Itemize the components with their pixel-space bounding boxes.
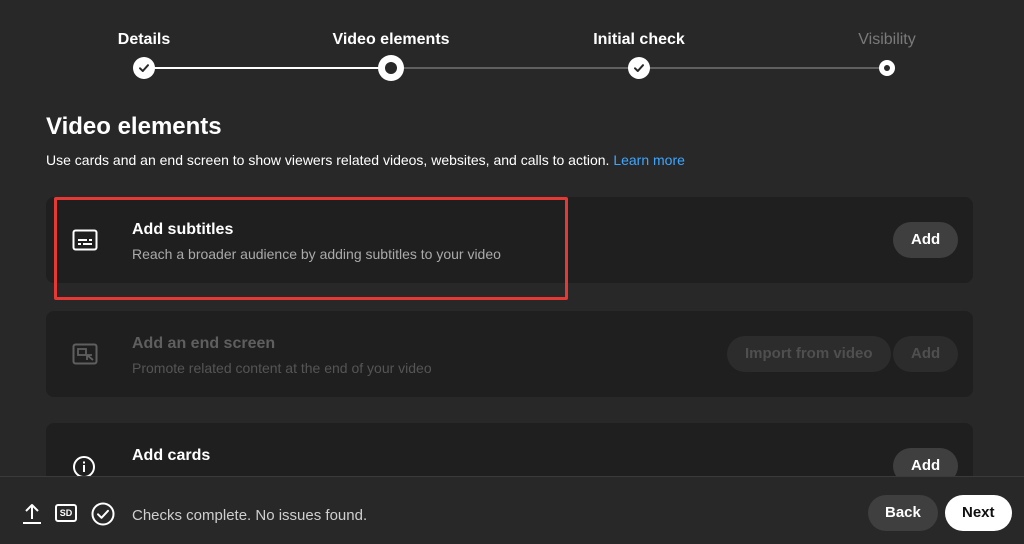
import-from-video-button[interactable]: Import from video <box>727 336 891 372</box>
info-icon <box>72 455 96 476</box>
add-end-screen-title: Add an end screen <box>132 335 276 352</box>
add-end-screen-card: Add an end screen Promote related conten… <box>46 311 973 397</box>
sd-badge-icon[interactable]: SD <box>55 504 77 522</box>
next-button[interactable]: Next <box>945 495 1012 531</box>
upload-icon[interactable] <box>22 502 42 531</box>
step-initial-check-check-icon[interactable] <box>628 57 650 79</box>
page-description-text: Use cards and an end screen to show view… <box>46 152 610 168</box>
footer-bar: SD Checks complete. No issues found. Bac… <box>0 476 1024 544</box>
learn-more-link[interactable]: Learn more <box>613 152 685 168</box>
end-screen-icon <box>72 343 98 370</box>
page-description: Use cards and an end screen to show view… <box>46 152 685 168</box>
stepper-line-2 <box>391 67 639 69</box>
step-video-elements-current-icon[interactable] <box>378 55 404 81</box>
stepper-line-3 <box>639 67 887 69</box>
add-subtitles-button[interactable]: Add <box>893 222 959 258</box>
checks-status-text: Checks complete. No issues found. <box>132 507 368 524</box>
add-end-screen-subtitle: Promote related content at the end of yo… <box>132 360 432 376</box>
back-button[interactable]: Back <box>868 495 938 531</box>
add-cards-button[interactable]: Add <box>893 448 959 476</box>
step-visibility-label[interactable]: Visibility <box>858 31 916 49</box>
add-cards-card: Add cards Add <box>46 423 973 476</box>
checks-complete-icon[interactable] <box>91 502 115 531</box>
upload-stepper: Details Video elements Initial check Vis… <box>0 0 1024 90</box>
add-cards-title: Add cards <box>132 447 211 464</box>
step-details-check-icon[interactable] <box>133 57 155 79</box>
step-details-label[interactable]: Details <box>118 31 170 49</box>
step-visibility-pending-icon[interactable] <box>879 60 895 76</box>
annotation-highlight-box <box>54 197 568 300</box>
step-initial-check-label[interactable]: Initial check <box>593 31 685 49</box>
step-video-elements-label[interactable]: Video elements <box>332 31 449 49</box>
add-end-screen-button[interactable]: Add <box>893 336 959 372</box>
stepper-line-1 <box>144 67 391 69</box>
page-title: Video elements <box>46 113 222 140</box>
